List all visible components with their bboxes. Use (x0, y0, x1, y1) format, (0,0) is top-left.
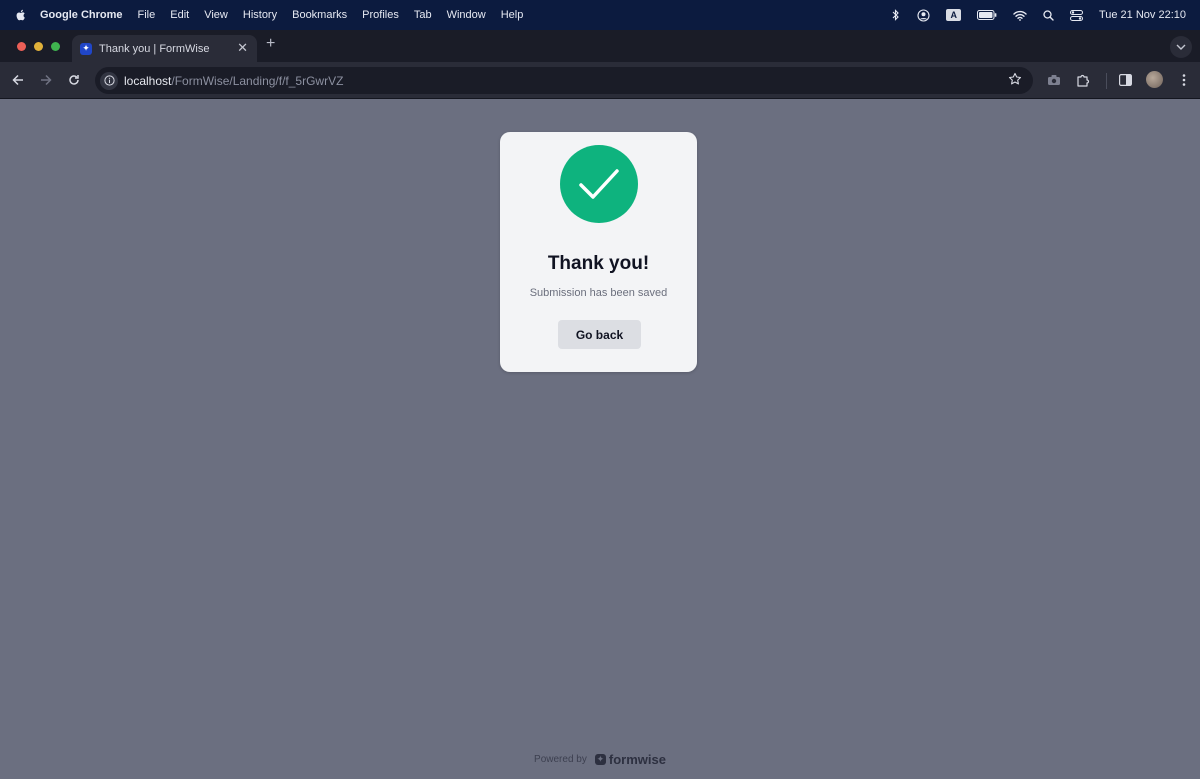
menu-history[interactable]: History (243, 9, 277, 21)
input-source-label: A (946, 9, 961, 21)
extensions-puzzle-icon[interactable] (1075, 72, 1091, 88)
bluetooth-icon[interactable] (891, 9, 901, 21)
tab-title: Thank you | FormWise (99, 42, 210, 55)
url-host: localhost (124, 73, 172, 88)
wifi-icon[interactable] (1013, 10, 1027, 21)
close-window-button[interactable] (17, 42, 26, 51)
side-panel-icon[interactable] (1117, 72, 1133, 88)
menu-help[interactable]: Help (501, 9, 524, 21)
url-path: /FormWise/Landing/f/f_5rGwrVZ (171, 73, 344, 88)
browser-toolbar: localhost/FormWise/Landing/f/f_5rGwrVZ (0, 62, 1200, 99)
menu-file[interactable]: File (138, 9, 156, 21)
spotlight-search-icon[interactable] (1043, 9, 1054, 21)
window-controls (17, 42, 60, 51)
success-check-icon (560, 145, 638, 223)
formwise-logo: ✦ formwise (594, 752, 666, 767)
powered-by-label: Powered by (534, 754, 587, 765)
success-card: Thank you! Submission has been saved Go … (500, 132, 697, 372)
reload-icon (69, 75, 79, 85)
forward-button[interactable] (37, 71, 55, 89)
apple-icon[interactable] (14, 8, 28, 22)
reload-button[interactable] (65, 71, 83, 89)
menu-app-name[interactable]: Google Chrome (40, 9, 123, 21)
menu-view[interactable]: View (204, 9, 228, 21)
status-area: A Tue 21 Nov 22:10 (875, 0, 1186, 30)
menu-tab[interactable]: Tab (414, 9, 432, 21)
minimize-window-button[interactable] (34, 42, 43, 51)
tab-search-button[interactable] (1170, 36, 1192, 58)
go-back-button[interactable]: Go back (558, 320, 641, 349)
tab-strip: ✦ Thank you | FormWise ✕ + (0, 30, 1200, 62)
browser-window: ✦ Thank you | FormWise ✕ + localhost/For… (0, 30, 1200, 779)
profile-avatar[interactable] (1146, 71, 1163, 88)
battery-icon[interactable] (976, 10, 997, 20)
bookmark-star-icon[interactable] (1008, 72, 1022, 89)
arrow-right-icon (41, 74, 52, 86)
formwise-brand-name: formwise (608, 752, 666, 767)
menu-bookmarks[interactable]: Bookmarks (292, 9, 347, 21)
site-info-icon[interactable] (100, 71, 118, 90)
menu-window[interactable]: Window (447, 9, 486, 21)
powered-by-footer[interactable]: Powered by ✦ formwise (0, 752, 1200, 767)
toolbar-divider (1106, 73, 1107, 89)
success-title: Thank you! (547, 253, 650, 274)
control-center-icon[interactable] (1069, 9, 1083, 21)
success-subtitle: Submission has been saved (529, 287, 668, 299)
new-tab-button[interactable]: + (266, 35, 275, 53)
back-button[interactable] (9, 71, 27, 89)
menubar-clock[interactable]: Tue 21 Nov 22:10 (1099, 9, 1186, 21)
input-source-indicator[interactable]: A (946, 9, 961, 21)
formwise-favicon-icon: ✦ (80, 42, 92, 55)
menu-profiles[interactable]: Profiles (362, 9, 399, 21)
address-bar[interactable]: localhost/FormWise/Landing/f/f_5rGwrVZ (95, 67, 1033, 94)
close-tab-icon[interactable]: ✕ (237, 40, 248, 56)
tab-active[interactable]: ✦ Thank you | FormWise ✕ (72, 35, 257, 62)
user-account-icon[interactable] (917, 8, 931, 22)
macos-menu-bar: Google Chrome File Edit View History Boo… (0, 0, 1200, 30)
formwise-logo-icon: ✦ (594, 754, 606, 765)
arrow-left-icon (12, 74, 23, 86)
menu-edit[interactable]: Edit (170, 9, 189, 21)
zoom-window-button[interactable] (51, 42, 60, 51)
chevron-down-icon (1176, 44, 1186, 50)
screenshot-camera-icon[interactable] (1046, 72, 1062, 88)
more-menu-icon[interactable] (1176, 72, 1192, 88)
page-viewport: Thank you! Submission has been saved Go … (0, 99, 1200, 779)
